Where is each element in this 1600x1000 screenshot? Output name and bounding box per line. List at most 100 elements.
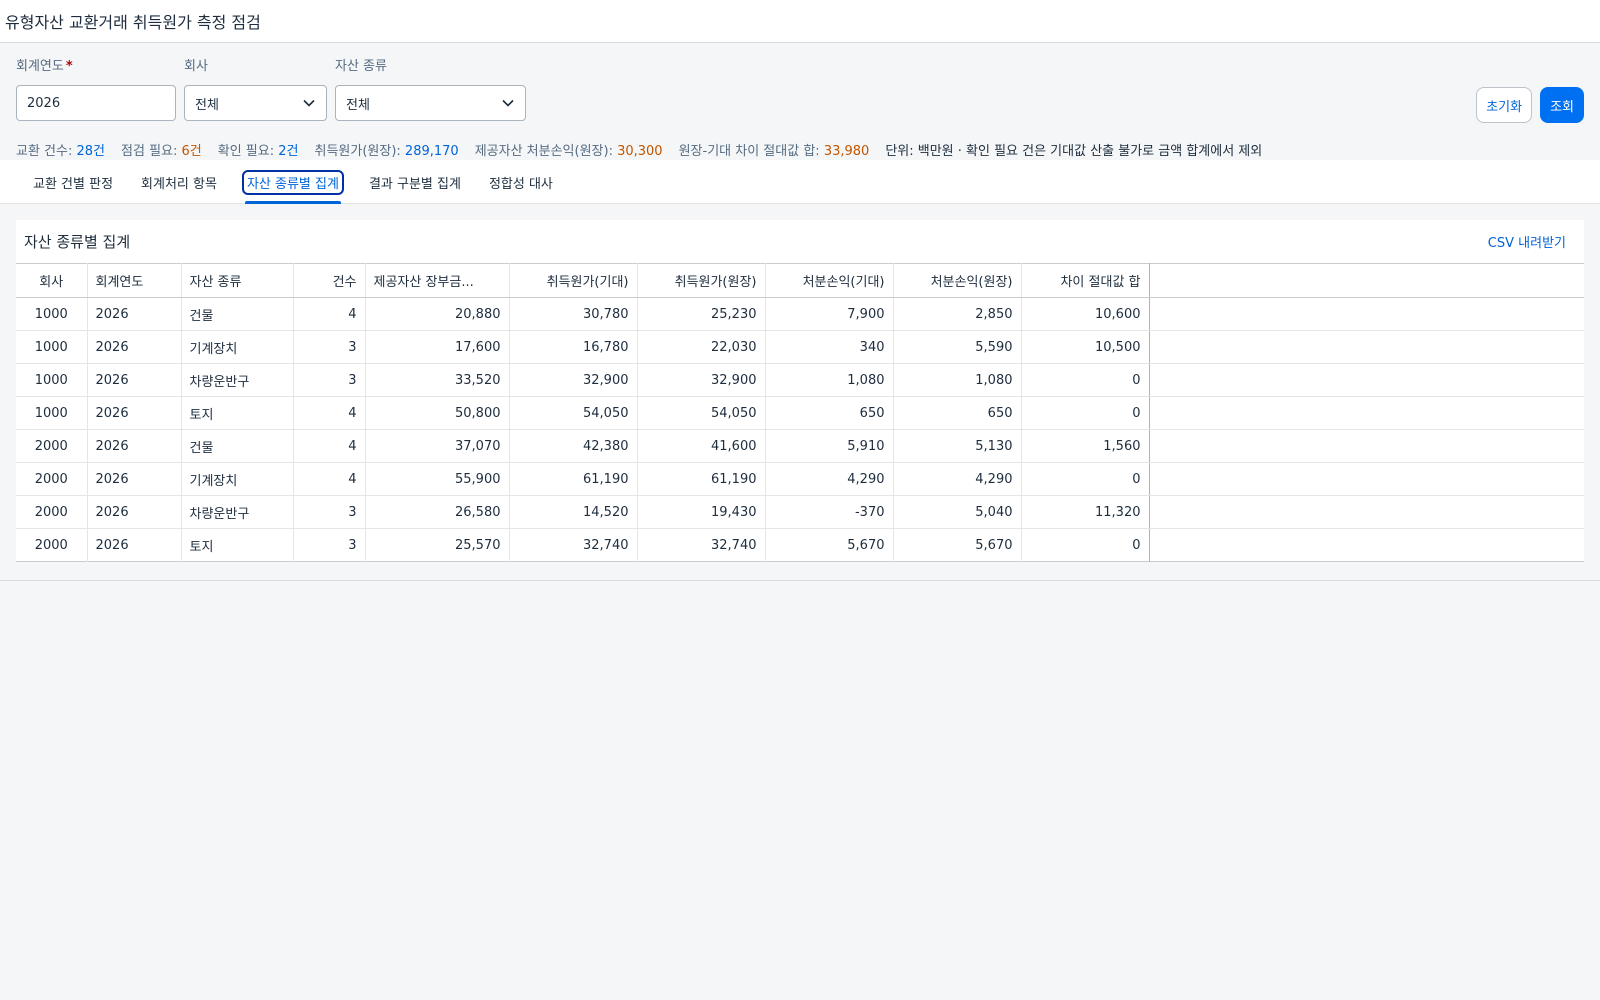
- fiscal-year-input[interactable]: 2026: [16, 85, 176, 121]
- table-filler-cell: [1149, 529, 1584, 562]
- asset-type-select[interactable]: 전체: [335, 85, 526, 121]
- table-cell: 30,780: [509, 297, 638, 331]
- table-cell: 2,850: [893, 297, 1022, 331]
- table-cell: 2026: [87, 462, 182, 496]
- company-value: 전체: [195, 97, 219, 113]
- col-disposal-ledger[interactable]: 처분손익(원장): [893, 263, 1022, 298]
- table-cell: 2026: [87, 297, 182, 331]
- tab-accounting-items[interactable]: 회계처리 항목: [127, 160, 231, 204]
- fiscal-year-field: 회계연도 * 2026: [16, 59, 176, 121]
- tab-exchange-judgement[interactable]: 교환 건별 판정: [19, 160, 127, 204]
- table-cell: 1,080: [765, 363, 894, 397]
- table-cell: 0: [1021, 396, 1150, 430]
- filter-bar: 회계연도 * 2026 회사 전체 자산 종류 전체: [16, 59, 534, 121]
- table-cell: 25,230: [637, 297, 766, 331]
- col-company[interactable]: 회사: [16, 263, 88, 298]
- col-fiscal-year[interactable]: 회계연도: [87, 263, 182, 298]
- table-row[interactable]: 2000 2026 기계장치 4 55,900 61,190 61,190 4,290 4,29…: [16, 462, 1584, 496]
- table-filler-cell: [1149, 462, 1584, 496]
- table-cell: 650: [893, 396, 1022, 430]
- chevron-down-icon: [501, 96, 515, 110]
- tab-bar: 교환 건별 판정 회계처리 항목 자산 종류별 집계 결과 구분별 집계 정합성…: [0, 160, 1600, 204]
- col-acq-ledger[interactable]: 취득원가(원장): [637, 263, 766, 298]
- col-book-value[interactable]: 제공자산 장부금...: [365, 263, 510, 298]
- col-diff-abs-sum[interactable]: 차이 절대값 합: [1021, 263, 1150, 298]
- table-row[interactable]: 1000 2026 기계장치 3 17,600 16,780 22,030 340 5,590 1…: [16, 330, 1584, 364]
- summary-note: 단위: 백만원 · 확인 필요 건은 기대값 산출 불가로 금액 합계에서 제외: [885, 144, 1263, 159]
- table-cell: 0: [1021, 363, 1150, 397]
- reset-button[interactable]: 초기화: [1476, 87, 1533, 123]
- table-cell: 1,560: [1021, 429, 1150, 463]
- table-cell: 61,190: [509, 462, 638, 496]
- table-cell: 32,740: [509, 528, 638, 562]
- table-cell: 0: [1021, 462, 1150, 496]
- table-cell: 기계장치: [181, 462, 294, 496]
- table-filler-cell: [1149, 363, 1584, 397]
- table-cell: 32,900: [637, 363, 766, 397]
- table-cell: 기계장치: [181, 330, 294, 364]
- chevron-down-icon: [302, 96, 316, 110]
- col-acq-expected[interactable]: 취득원가(기대): [509, 263, 638, 298]
- table-body: 1000 2026 건물 4 20,880 30,780 25,230 7,900 2,850 1…: [16, 297, 1584, 562]
- table-filler-cell: [1149, 330, 1584, 364]
- table-cell: 2026: [87, 528, 182, 562]
- summary-bar: 교환 건수: 28건 점검 필요: 6건 확인 필요: 2건 취득원가(원장):…: [16, 140, 1262, 159]
- table-cell: 20,880: [365, 297, 510, 331]
- table-cell: 차량운반구: [181, 363, 294, 397]
- table-cell: 14,520: [509, 495, 638, 529]
- table-row[interactable]: 1000 2026 건물 4 20,880 30,780 25,230 7,900 2,850 1…: [16, 297, 1584, 331]
- table-cell: 4,290: [893, 462, 1022, 496]
- table-cell: 37,070: [365, 429, 510, 463]
- tab-result-category-summary[interactable]: 결과 구분별 집계: [355, 160, 475, 204]
- tab-consistency-reconciliation[interactable]: 정합성 대사: [475, 160, 567, 204]
- table-cell: 5,670: [893, 528, 1022, 562]
- table-cell: 4: [293, 396, 366, 430]
- table-cell: 2000: [16, 462, 88, 496]
- table-cell: 61,190: [637, 462, 766, 496]
- table-cell: 5,130: [893, 429, 1022, 463]
- col-disposal-expected[interactable]: 처분손익(기대): [765, 263, 894, 298]
- table-cell: 41,600: [637, 429, 766, 463]
- summary-check-needed: 점검 필요: 6건: [121, 144, 202, 159]
- table-cell: 토지: [181, 396, 294, 430]
- filter-actions: 초기화 조회: [1476, 87, 1584, 123]
- table-cell: 340: [765, 330, 894, 364]
- summary-diff: 원장-기대 차이 절대값 합: 33,980: [678, 144, 870, 159]
- table-cell: 5,590: [893, 330, 1022, 364]
- search-button[interactable]: 조회: [1540, 87, 1584, 123]
- tab-asset-type-summary[interactable]: 자산 종류별 집계: [231, 160, 355, 204]
- csv-download-link[interactable]: CSV 내려받기: [1488, 232, 1566, 251]
- asset-type-table: 회사 회계연도 자산 종류 건수 제공자산 장부금... 취득원가(기대) 취득…: [16, 263, 1584, 562]
- summary-confirm-needed: 확인 필요: 2건: [217, 144, 299, 159]
- table-row[interactable]: 2000 2026 차량운반구 3 26,580 14,520 19,430 -370 5,04…: [16, 495, 1584, 529]
- table-cell: 25,570: [365, 528, 510, 562]
- panel-title: 자산 종류별 집계: [24, 233, 131, 251]
- table-row[interactable]: 2000 2026 토지 3 25,570 32,740 32,740 5,670 5,670 0: [16, 528, 1584, 562]
- table-cell: 4,290: [765, 462, 894, 496]
- company-select[interactable]: 전체: [184, 85, 327, 121]
- table-cell: 4: [293, 429, 366, 463]
- table-cell: 19,430: [637, 495, 766, 529]
- table-cell: 26,580: [365, 495, 510, 529]
- col-count[interactable]: 건수: [293, 263, 366, 298]
- required-mark: *: [65, 59, 73, 74]
- asset-type-value: 전체: [346, 97, 370, 113]
- table-row[interactable]: 1000 2026 토지 4 50,800 54,050 54,050 650 650 0: [16, 396, 1584, 430]
- table-cell: 7,900: [765, 297, 894, 331]
- table-cell: 32,900: [509, 363, 638, 397]
- table-row[interactable]: 2000 2026 건물 4 37,070 42,380 41,600 5,910 5,130 1…: [16, 429, 1584, 463]
- table-cell: 2000: [16, 528, 88, 562]
- table-cell: 건물: [181, 429, 294, 463]
- table-cell: 3: [293, 495, 366, 529]
- table-cell: 1000: [16, 330, 88, 364]
- summary-panel: 자산 종류별 집계 CSV 내려받기 회사 회계연도 자산 종류 건수 제공자산…: [16, 220, 1584, 562]
- col-asset-type[interactable]: 자산 종류: [181, 263, 294, 298]
- table-cell: 11,320: [1021, 495, 1150, 529]
- table-cell: 1000: [16, 363, 88, 397]
- table-cell: 54,050: [509, 396, 638, 430]
- table-cell: -370: [765, 495, 894, 529]
- table-filler-cell: [1149, 297, 1584, 331]
- table-cell: 1,080: [893, 363, 1022, 397]
- table-row[interactable]: 1000 2026 차량운반구 3 33,520 32,900 32,900 1,080 1,0…: [16, 363, 1584, 397]
- table-cell: 건물: [181, 297, 294, 331]
